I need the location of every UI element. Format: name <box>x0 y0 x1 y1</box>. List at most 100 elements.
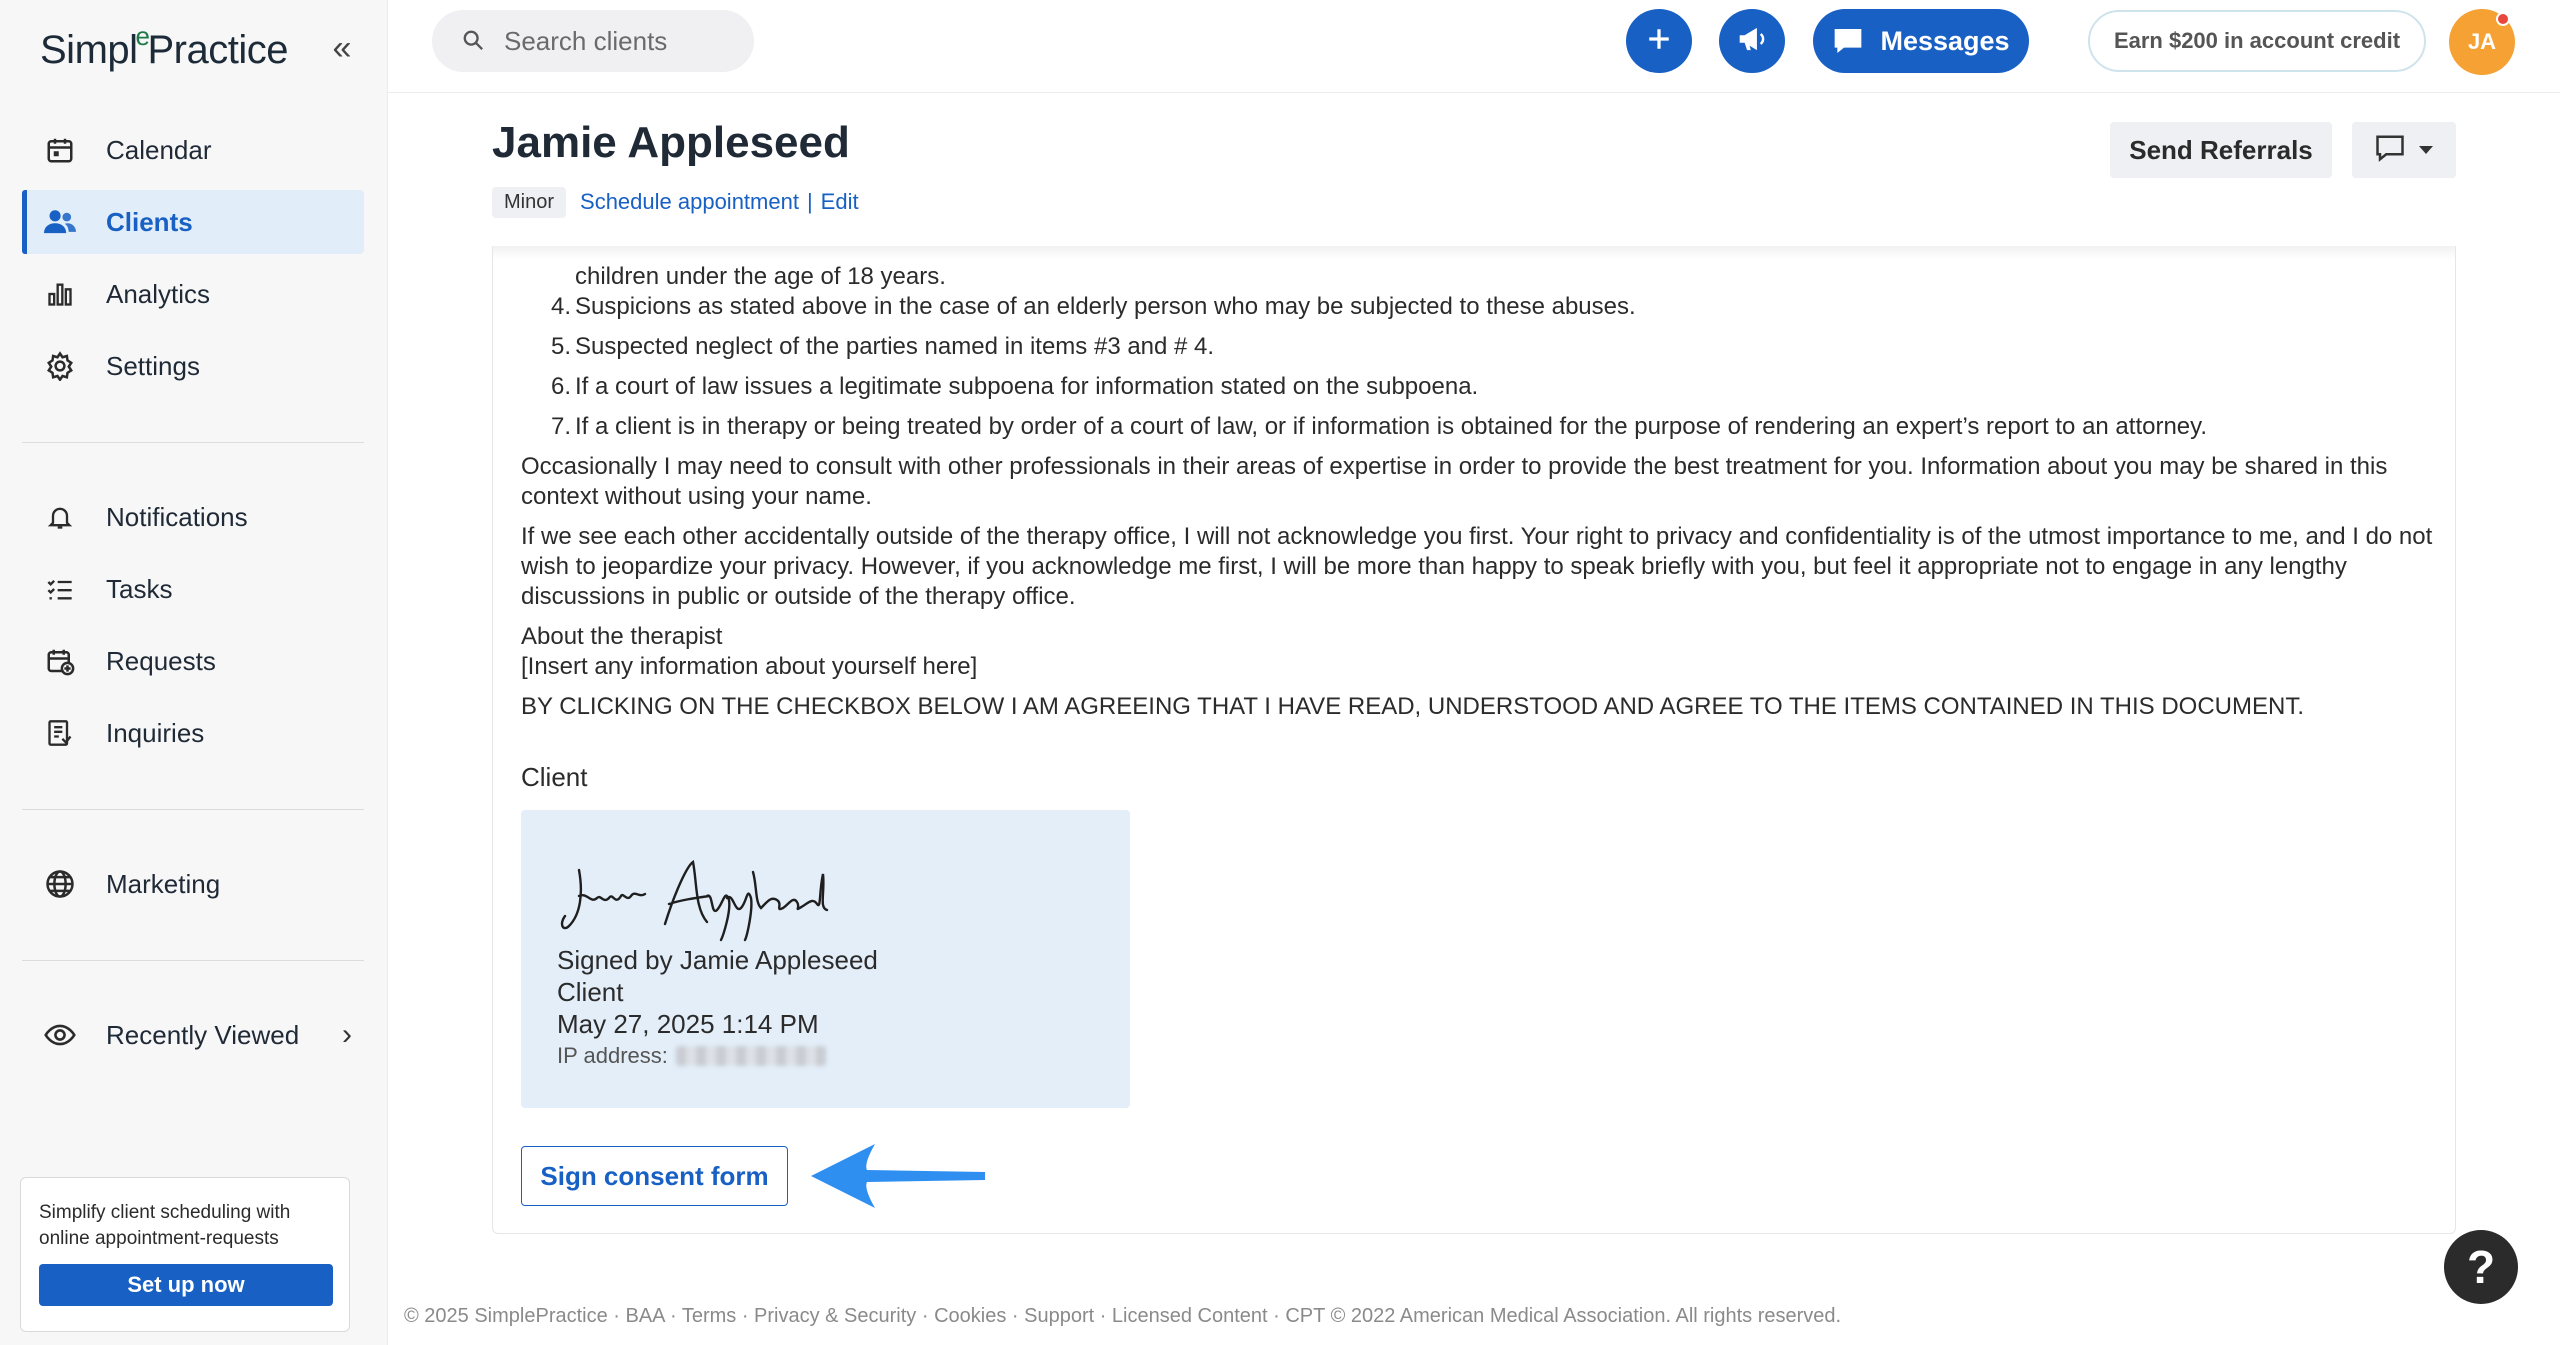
sidebar-item-tasks[interactable]: Tasks <box>22 557 364 621</box>
set-up-now-button[interactable]: Set up now <box>39 1264 333 1306</box>
link-separator: | <box>806 189 813 214</box>
users-icon <box>42 204 78 240</box>
globe-icon <box>42 866 78 902</box>
list-number: 4. <box>550 293 571 320</box>
sidebar-item-label: Notifications <box>106 501 248 532</box>
document-body: children under the age of 18 years. 4. Su… <box>521 246 2433 1108</box>
plus-icon <box>1646 26 1672 57</box>
list-item: 5. Suspected neglect of the parties named… <box>521 332 2433 362</box>
calendar-plus-icon <box>42 643 78 679</box>
calendar-icon <box>42 132 78 168</box>
notification-dot <box>2496 12 2510 26</box>
edit-link[interactable]: Edit <box>821 189 859 215</box>
ip-address-label: IP address: <box>557 1043 668 1068</box>
signed-date: May 27, 2025 1:14 PM <box>557 1009 819 1039</box>
sidebar-item-label: Analytics <box>106 278 211 309</box>
nav-divider <box>22 960 364 961</box>
signature-image <box>560 860 829 942</box>
brand-logo[interactable]: Simpl e Practice <box>40 20 288 80</box>
send-referrals-button[interactable]: Send Referrals <box>2110 122 2332 178</box>
announcements-button[interactable] <box>1719 9 1785 73</box>
sidebar-item-recently-viewed[interactable]: Recently Viewed › <box>22 1003 364 1067</box>
search-icon <box>462 29 486 53</box>
add-button[interactable] <box>1626 9 1692 73</box>
about-body: [Insert any information about yourself h… <box>521 653 978 680</box>
comment-menu-button[interactable] <box>2352 122 2456 178</box>
bell-icon <box>42 499 78 535</box>
sidebar-item-label: Inquiries <box>106 717 205 748</box>
agreement-text: BY CLICKING ON THE CHECKBOX BELOW I AM A… <box>521 693 2304 720</box>
brand-leaf: e <box>135 20 150 51</box>
consent-document: children under the age of 18 years. 4. Su… <box>492 246 2456 1234</box>
sidebar-item-label: Recently Viewed <box>106 1019 300 1050</box>
sidebar-item-label: Requests <box>106 645 216 676</box>
bar-chart-icon <box>42 276 78 312</box>
signer-role: Client <box>557 977 624 1007</box>
sidebar-item-marketing[interactable]: Marketing <box>22 852 364 916</box>
schedule-appointment-link[interactable]: Schedule appointment <box>580 189 799 215</box>
messages-label: Messages <box>1880 25 2010 56</box>
clipped-line <box>521 246 2433 262</box>
sidebar-item-label: Marketing <box>106 868 221 899</box>
promo-card: Simplify client scheduling with online a… <box>20 1177 350 1332</box>
comment-icon <box>2375 134 2405 167</box>
list-item: 6. If a court of law issues a legitimate … <box>521 372 2433 402</box>
list-item-text: If a court of law issues a legitimate su… <box>575 373 1479 400</box>
sidebar-item-calendar[interactable]: Calendar <box>22 118 364 182</box>
signed-by-text: Signed by Jamie Appleseed <box>557 945 878 975</box>
footer-links: © 2025 SimplePractice · BAA · Terms · Pr… <box>404 1305 1842 1327</box>
search-bar[interactable] <box>432 10 754 72</box>
megaphone-icon <box>1736 24 1768 59</box>
checklist-icon <box>42 571 78 607</box>
collapse-sidebar-button[interactable]: « <box>322 28 362 68</box>
paragraph-consult: Occasionally I may need to consult with … <box>521 453 2388 510</box>
nav-divider <box>22 442 364 443</box>
chevron-right-icon: › <box>342 1018 352 1051</box>
sidebar-item-label: Calendar <box>106 134 212 165</box>
list-number: 6. <box>550 373 571 400</box>
sidebar-item-clients[interactable]: Clients <box>22 190 364 254</box>
caret-down-icon <box>2419 146 2433 154</box>
eye-icon <box>42 1017 78 1053</box>
list-item-text: Suspected neglect of the parties named i… <box>575 333 1215 360</box>
chat-bubble-icon <box>1832 26 1864 56</box>
sidebar-item-analytics[interactable]: Analytics <box>22 262 364 326</box>
list-item-text: Suspicions as stated above in the case o… <box>575 293 1636 320</box>
list-item: children under the age of 18 years. <box>521 262 2433 292</box>
list-number: 5. <box>550 333 571 360</box>
topbar-divider <box>388 92 2560 93</box>
signer-label: Client <box>521 762 588 792</box>
list-item: 4. Suspicions as stated above in the case… <box>521 292 2433 322</box>
sidebar-item-notifications[interactable]: Notifications <box>22 485 364 549</box>
earn-credit-button[interactable]: Earn $200 in account credit <box>2088 10 2426 72</box>
page-title: Jamie Appleseed <box>492 118 850 167</box>
brand-name-part2: Practice <box>147 27 289 72</box>
nav-divider <box>22 809 364 810</box>
signature-box: Signed by Jamie Appleseed Client May 27,… <box>521 810 1130 1108</box>
list-item-text: If a client is in therapy or being treat… <box>575 413 2208 440</box>
sidebar-item-settings[interactable]: Settings <box>22 334 364 398</box>
client-meta: Minor Schedule appointment | Edit <box>492 186 859 218</box>
sidebar-nav: Calendar Clients Analytics Settings Noti… <box>22 118 364 1075</box>
status-badge: Minor <box>492 186 567 218</box>
double-chevron-left-icon: « <box>332 28 352 67</box>
annotation-arrow-icon <box>811 1144 985 1208</box>
paragraph-privacy: If we see each other accidentally outsid… <box>521 523 2433 610</box>
list-item-text: children under the age of 18 years. <box>575 263 946 290</box>
sign-consent-form-button[interactable]: Sign consent form <box>521 1146 788 1206</box>
disclosure-list: children under the age of 18 years. 4. Su… <box>521 262 2433 442</box>
sidebar-item-label: Settings <box>106 350 200 381</box>
ip-address-redacted <box>675 1046 826 1066</box>
list-number: 7. <box>550 413 571 440</box>
help-button[interactable]: ? <box>2444 1230 2518 1304</box>
promo-text: Simplify client scheduling with online a… <box>39 1202 291 1249</box>
search-input[interactable] <box>504 25 724 57</box>
messages-button[interactable]: Messages <box>1813 9 2029 73</box>
brand-name-part1: Simpl <box>40 27 138 72</box>
sidebar: Simpl e Practice « Calendar Clients Analyt… <box>0 0 388 1345</box>
sidebar-item-inquiries[interactable]: Inquiries <box>22 701 364 765</box>
sidebar-item-label: Tasks <box>106 573 173 604</box>
list-item: 7. If a client is in therapy or being tre… <box>521 412 2433 442</box>
sidebar-item-requests[interactable]: Requests <box>22 629 364 693</box>
sidebar-item-label: Clients <box>106 206 193 237</box>
